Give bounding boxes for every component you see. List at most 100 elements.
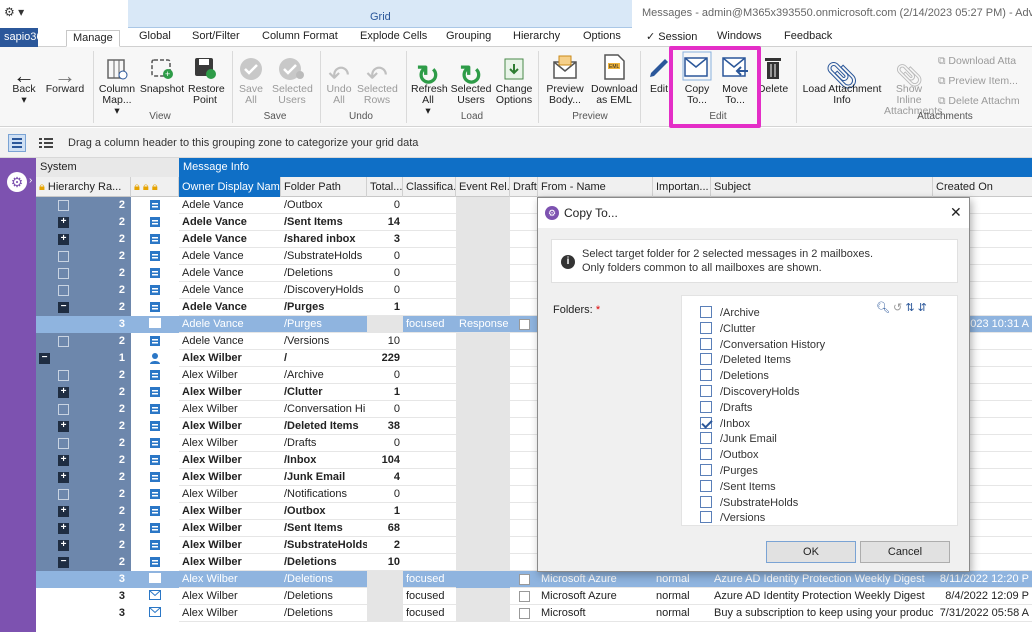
- folder-option[interactable]: /Deleted Items: [700, 353, 791, 366]
- owner-cell[interactable]: Alex Wilber: [179, 605, 281, 622]
- folder-path-cell[interactable]: /Sent Items: [281, 520, 367, 537]
- owner-cell[interactable]: Adele Vance: [179, 299, 281, 316]
- preview-item-button[interactable]: ⧉ Preview Item...: [938, 75, 1018, 88]
- folder-checkbox[interactable]: [700, 369, 712, 382]
- classification-cell[interactable]: [403, 520, 456, 537]
- expand-icon[interactable]: +: [58, 506, 69, 517]
- draft-cell[interactable]: [510, 503, 538, 520]
- total-cell[interactable]: 0: [367, 197, 403, 214]
- collapse-icon[interactable]: −: [39, 353, 50, 364]
- hierarchy-cell[interactable]: 3: [36, 316, 131, 333]
- subject-cell[interactable]: Azure AD Identity Protection Weekly Dige…: [711, 571, 933, 588]
- total-cell[interactable]: 1: [367, 503, 403, 520]
- draft-cell[interactable]: [510, 435, 538, 452]
- owner-cell[interactable]: Adele Vance: [179, 214, 281, 231]
- event-cell[interactable]: [456, 214, 510, 231]
- hierarchy-cell[interactable]: +2: [36, 520, 131, 537]
- search-icon[interactable]: 🔍︎: [876, 302, 890, 314]
- owner-cell[interactable]: Adele Vance: [179, 197, 281, 214]
- expand-icon[interactable]: +: [58, 387, 69, 398]
- total-cell[interactable]: 1: [367, 299, 403, 316]
- folder-checkbox[interactable]: [700, 400, 712, 413]
- folder-checkbox[interactable]: [700, 448, 712, 461]
- classification-cell[interactable]: [403, 401, 456, 418]
- folder-option[interactable]: /Clutter: [700, 321, 755, 335]
- event-cell[interactable]: [456, 333, 510, 350]
- folder-path-cell[interactable]: /Junk Email: [281, 469, 367, 486]
- total-cell[interactable]: 229: [367, 350, 403, 367]
- forward-button[interactable]: → Forward: [44, 51, 86, 95]
- expand-icon[interactable]: +: [58, 234, 69, 245]
- classification-cell[interactable]: [403, 384, 456, 401]
- draft-cell[interactable]: [510, 469, 538, 486]
- total-cell[interactable]: 2: [367, 537, 403, 554]
- column-header-from-name[interactable]: From - Name: [538, 177, 653, 197]
- save-selected-button[interactable]: Selected Users: [270, 51, 314, 106]
- grouping-zone[interactable]: Drag a column header to this grouping zo…: [0, 128, 1032, 158]
- from-name-cell[interactable]: Microsoft Azure: [538, 571, 653, 588]
- column-header-classification[interactable]: Classifica...: [403, 177, 456, 197]
- chevron-right-icon[interactable]: ›: [29, 175, 32, 186]
- expand-icon[interactable]: +: [58, 421, 69, 432]
- event-cell[interactable]: [456, 452, 510, 469]
- tab-windows[interactable]: Windows: [717, 30, 762, 47]
- tab-grouping[interactable]: Grouping: [446, 30, 491, 47]
- total-cell[interactable]: 10: [367, 554, 403, 571]
- table-row[interactable]: 3 Alex Wilber/Deletions focused Microsoft no…: [36, 605, 1032, 622]
- folder-checkbox[interactable]: [700, 353, 712, 366]
- delete-attachment-button[interactable]: ⧉ Delete Attachm: [938, 95, 1020, 108]
- event-cell[interactable]: [456, 282, 510, 299]
- event-cell[interactable]: [456, 520, 510, 537]
- folder-option[interactable]: /Sent Items: [700, 479, 776, 493]
- tab-column-format[interactable]: Column Format: [262, 30, 338, 47]
- draft-cell[interactable]: [510, 605, 538, 622]
- folder-path-cell[interactable]: /Clutter: [281, 384, 367, 401]
- column-header-draft[interactable]: Draft: [510, 177, 538, 197]
- classification-cell[interactable]: [403, 537, 456, 554]
- folder-path-cell[interactable]: /SubstrateHolds: [281, 537, 367, 554]
- hierarchy-cell[interactable]: −1: [36, 350, 131, 367]
- hierarchy-cell[interactable]: 2: [36, 265, 131, 282]
- draft-cell[interactable]: [510, 350, 538, 367]
- folder-path-cell[interactable]: /Deletions: [281, 554, 367, 571]
- tab-feedback[interactable]: Feedback: [784, 30, 832, 47]
- owner-cell[interactable]: Alex Wilber: [179, 469, 281, 486]
- tab-manage[interactable]: Manage: [66, 30, 120, 47]
- tab-options[interactable]: Options: [583, 30, 621, 47]
- hierarchy-cell[interactable]: −2: [36, 299, 131, 316]
- folder-path-cell[interactable]: /Inbox: [281, 452, 367, 469]
- draft-cell[interactable]: [510, 248, 538, 265]
- column-header-locks[interactable]: 🔒︎ 🔒︎ 🔒︎: [131, 177, 179, 197]
- classification-cell[interactable]: [403, 435, 456, 452]
- folder-checkbox[interactable]: [700, 495, 712, 508]
- draft-cell[interactable]: [510, 520, 538, 537]
- folder-checkbox[interactable]: [700, 321, 712, 334]
- preview-body-button[interactable]: Preview Body...: [542, 51, 588, 106]
- folder-checkbox[interactable]: [700, 511, 712, 524]
- draft-checkbox[interactable]: [518, 591, 530, 602]
- folder-option[interactable]: /Conversation History: [700, 337, 825, 351]
- back-button[interactable]: ← Back ▾: [8, 51, 40, 106]
- tab-hierarchy[interactable]: Hierarchy: [513, 30, 560, 47]
- folder-option[interactable]: /Deletions: [700, 369, 769, 382]
- event-cell[interactable]: [456, 537, 510, 554]
- draft-cell[interactable]: [510, 231, 538, 248]
- event-cell[interactable]: [456, 486, 510, 503]
- tab-sapio365[interactable]: sapio365: [0, 28, 49, 47]
- classification-cell[interactable]: [403, 197, 456, 214]
- classification-cell[interactable]: [403, 333, 456, 350]
- event-cell[interactable]: [456, 469, 510, 486]
- folder-option[interactable]: /Purges: [700, 464, 758, 477]
- hierarchy-cell[interactable]: +2: [36, 384, 131, 401]
- classification-cell[interactable]: [403, 282, 456, 299]
- hierarchy-cell[interactable]: +2: [36, 418, 131, 435]
- folder-path-cell[interactable]: /shared inbox: [281, 231, 367, 248]
- hierarchy-cell[interactable]: +2: [36, 231, 131, 248]
- reset-icon[interactable]: ↺: [893, 302, 902, 314]
- expand-icon[interactable]: +: [58, 455, 69, 466]
- hierarchy-cell[interactable]: +2: [36, 452, 131, 469]
- tab-global[interactable]: Global: [139, 30, 171, 47]
- folder-option[interactable]: /DiscoveryHolds: [700, 385, 799, 398]
- total-cell[interactable]: 104: [367, 452, 403, 469]
- owner-cell[interactable]: Adele Vance: [179, 248, 281, 265]
